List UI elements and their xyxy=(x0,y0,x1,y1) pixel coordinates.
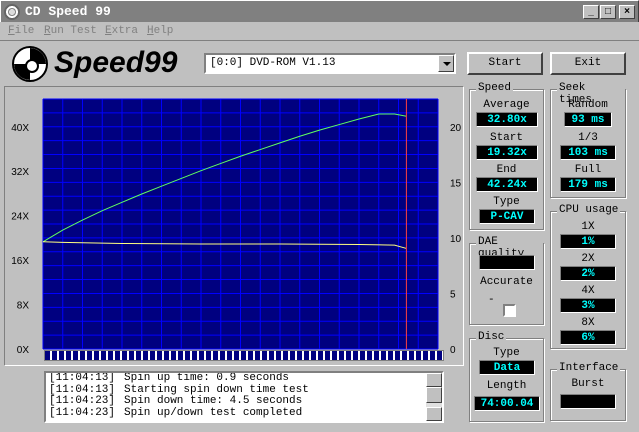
accurate-checkbox[interactable] xyxy=(503,304,516,317)
menu-extra[interactable]: Extra xyxy=(105,25,138,37)
y-right-tick-label: 15 xyxy=(450,178,462,189)
window-title: CD Speed 99 xyxy=(25,4,111,19)
log-message: Spin up/down test completed xyxy=(124,406,303,419)
log-message: Spin down time: 4.5 seconds xyxy=(124,395,303,407)
average-label: Average xyxy=(483,99,530,111)
y-left-tick-label: 16X xyxy=(11,256,29,267)
speed-type-value: P-CAV xyxy=(479,209,535,224)
log-list[interactable]: [11:04:13] Spin up time: 0.9 seconds [11:… xyxy=(44,371,444,423)
progress-fill xyxy=(45,351,443,360)
speed-graph: 0X 8X 16X 24X 32X 40X 0 5 10 15 20 xyxy=(4,86,464,366)
log-scrollbar[interactable] xyxy=(426,373,442,421)
logo: Speed99 xyxy=(10,44,200,84)
cpu-1x-value: 1% xyxy=(560,234,616,249)
y-left-tick-label: 40X xyxy=(11,123,29,134)
log-row: [11:04:23] Spin up/down test completed xyxy=(46,406,442,420)
disc-group-label: Disc xyxy=(476,331,507,343)
third-seek-value: 103 ms xyxy=(560,145,616,160)
disc-length-label: Length xyxy=(486,380,527,392)
menu-bar: File Run Test Extra Help xyxy=(0,22,639,41)
accurate-label: Accurate xyxy=(480,276,533,288)
start-speed-label: Start xyxy=(489,132,523,144)
y-left-tick-label: 8X xyxy=(17,301,30,312)
log-time: [11:04:23] xyxy=(49,395,116,407)
speed-group: Speed Average 32.80x Start 19.32x End 42… xyxy=(469,82,544,230)
end-speed-label: End xyxy=(496,164,517,176)
random-seek-label: Random xyxy=(568,99,608,111)
log-message: Spin up time: 0.9 seconds xyxy=(124,372,290,384)
graph-canvas: 0X 8X 16X 24X 32X 40X 0 5 10 15 20 xyxy=(11,98,462,356)
maximize-button[interactable]: □ xyxy=(600,5,616,19)
start-button[interactable]: Start xyxy=(467,52,543,75)
drive-select[interactable]: [0:0] DVD-ROM V1.13 xyxy=(204,53,456,74)
logo-text: Speed99 xyxy=(54,46,178,79)
scroll-up-arrow-icon[interactable] xyxy=(426,373,442,387)
dae-quality-value xyxy=(479,255,535,270)
average-speed-value: 32.80x xyxy=(476,112,538,127)
speed-group-label: Speed xyxy=(476,82,514,94)
drive-select-value: [0:0] DVD-ROM V1.13 xyxy=(210,57,336,69)
end-speed-value: 42.24x xyxy=(476,177,538,192)
log-message: Starting spin down time test xyxy=(124,383,309,396)
seek-times-group: Seek times Random 93 ms 1/3 103 ms Full … xyxy=(550,82,626,198)
random-seek-value: 93 ms xyxy=(564,112,612,127)
close-button[interactable]: × xyxy=(619,5,635,19)
burst-label: Burst xyxy=(571,378,605,390)
log-time: [11:04:13] xyxy=(49,372,116,384)
cpu-4x-value: 3% xyxy=(560,298,616,313)
menu-run-test[interactable]: Run Test xyxy=(44,25,97,37)
disc-type-label: Type xyxy=(493,347,520,359)
minimize-button[interactable]: _ xyxy=(583,5,599,19)
cd-app-icon xyxy=(4,4,20,20)
scroll-down-arrow-icon[interactable] xyxy=(426,407,442,421)
cpu-2x-label: 2X xyxy=(581,253,595,265)
y-left-tick-label: 0X xyxy=(17,345,30,356)
accurate-dash: - xyxy=(488,294,495,306)
exit-button[interactable]: Exit xyxy=(550,52,626,75)
cpu-1x-label: 1X xyxy=(581,221,595,233)
y-right-tick-label: 10 xyxy=(450,234,462,245)
disc-group: Disc Type Data Length 74:00.04 xyxy=(469,331,544,422)
y-right-tick-label: 0 xyxy=(450,345,456,356)
full-seek-value: 179 ms xyxy=(560,177,616,192)
title-bar: CD Speed 99 _ □ × xyxy=(0,0,639,22)
burst-value xyxy=(560,394,616,409)
menu-file[interactable]: File xyxy=(8,25,34,37)
cpu-2x-value: 2% xyxy=(560,266,616,281)
y-right-tick-label: 20 xyxy=(450,123,462,134)
cpu-usage-label: CPU usage xyxy=(557,204,621,216)
cpu-8x-label: 8X xyxy=(581,317,595,329)
cpu-usage-group: CPU usage 1X 1% 2X 2% 4X 3% 8X 6% xyxy=(550,204,626,349)
speed-type-label: Type xyxy=(493,196,520,208)
dae-quality-group: DAE quality Accurate - xyxy=(469,236,544,325)
log-time: [11:04:23] xyxy=(49,406,116,419)
y-left-tick-label: 24X xyxy=(11,212,29,223)
interface-group: Interface Burst xyxy=(550,362,626,421)
third-seek-label: 1/3 xyxy=(578,132,598,144)
full-seek-label: Full xyxy=(574,164,602,176)
disc-type-value: Data xyxy=(479,360,535,375)
progress-bar xyxy=(44,350,444,361)
dropdown-arrow-icon[interactable] xyxy=(438,55,454,72)
cpu-4x-label: 4X xyxy=(581,285,595,297)
cd-disc-icon xyxy=(12,46,48,82)
y-left-tick-label: 32X xyxy=(11,167,29,178)
start-speed-value: 19.32x xyxy=(476,145,538,160)
cpu-8x-value: 6% xyxy=(560,330,616,345)
y-right-tick-label: 5 xyxy=(450,289,456,300)
disc-length-value: 74:00.04 xyxy=(474,396,540,411)
scroll-thumb[interactable] xyxy=(426,387,442,403)
interface-group-label: Interface xyxy=(557,362,621,374)
menu-help[interactable]: Help xyxy=(147,25,173,37)
